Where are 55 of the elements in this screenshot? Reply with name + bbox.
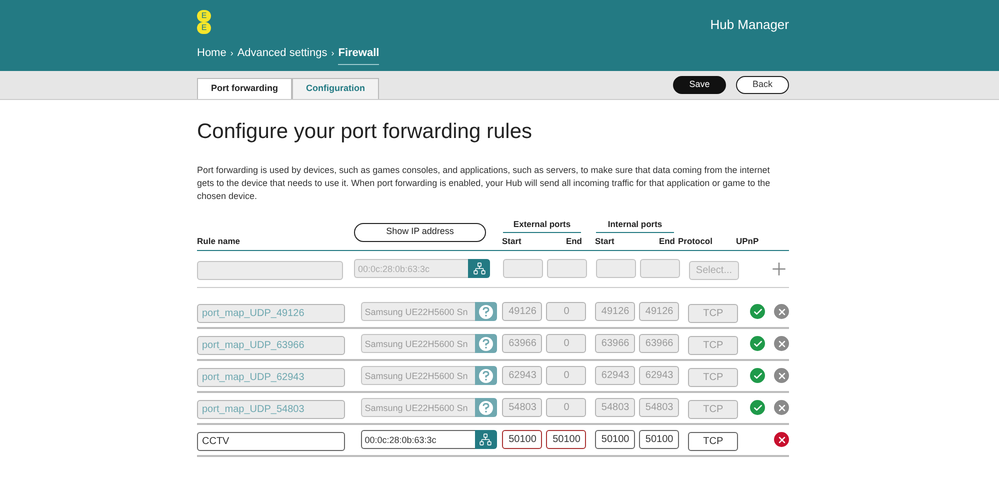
device-field[interactable]: 00:0c:28:0b:63:3c <box>354 259 468 278</box>
column-header: Start <box>502 234 522 248</box>
question-icon <box>478 368 493 382</box>
network-icon <box>472 262 486 275</box>
input-field[interactable]: 50100 <box>546 430 586 449</box>
remove-button[interactable] <box>774 400 789 415</box>
close-icon <box>776 370 786 380</box>
column-header: Start <box>595 234 614 248</box>
column-header: End <box>658 234 675 248</box>
page-heading: Configure your port forwarding rules <box>197 119 533 145</box>
back-button[interactable]: Back <box>736 76 789 94</box>
input-field[interactable]: 50100 <box>502 430 542 449</box>
remove-button[interactable] <box>774 368 789 383</box>
input-field[interactable]: 50100 <box>639 430 680 449</box>
input-field[interactable] <box>547 259 587 278</box>
remove-button[interactable] <box>774 336 789 351</box>
breadcrumb-link[interactable]: Advanced settings <box>237 45 328 62</box>
column-header: Rule name <box>197 234 241 248</box>
description: Port forwarding is used by devices, such as games consoles, and applications, such as servers, to make sure that data coming from the internet gets to the device that needs to use it. When port forwarding is enabled, your Hub will send all incoming traffic for that application or game to the chosen device. <box>197 164 772 202</box>
tab[interactable]: Port forwarding <box>197 78 292 99</box>
input-field[interactable]: 50100 <box>595 430 636 449</box>
input-field[interactable]: Select... <box>689 260 739 280</box>
network-icon <box>479 433 492 446</box>
close-icon <box>776 338 786 348</box>
remove-button[interactable] <box>774 304 789 319</box>
input-field[interactable]: CCTV <box>197 432 345 450</box>
column-header: End <box>566 234 582 248</box>
logo: E E <box>197 10 213 34</box>
network-button[interactable] <box>468 259 490 278</box>
remove-button[interactable] <box>774 432 789 447</box>
network-button[interactable] <box>474 430 497 449</box>
input-field[interactable] <box>596 259 636 278</box>
input-field[interactable] <box>640 259 680 278</box>
input-field[interactable] <box>197 260 343 280</box>
close-icon <box>776 402 786 412</box>
show-ip-button[interactable]: Show IP address <box>354 222 486 242</box>
question-icon <box>478 400 493 414</box>
breadcrumb-link[interactable]: Firewall <box>338 45 380 64</box>
close-icon <box>776 434 786 444</box>
column-header: UPnP <box>736 234 759 248</box>
tab[interactable]: Configuration <box>292 78 379 99</box>
question-icon <box>478 336 493 350</box>
column-group-header: External ports <box>503 218 581 233</box>
column-group-header: Internal ports <box>596 218 674 233</box>
close-icon <box>776 306 786 316</box>
input-field[interactable] <box>503 259 543 278</box>
breadcrumb-separator: › <box>230 46 234 60</box>
column-header: Protocol <box>678 234 714 248</box>
question-icon <box>478 304 493 318</box>
save-button[interactable]: Save <box>673 76 726 94</box>
breadcrumb-link[interactable]: Home <box>197 45 226 62</box>
input-field[interactable]: TCP <box>688 432 738 450</box>
breadcrumb-separator: › <box>331 46 334 60</box>
device-field[interactable]: 00:0c:28:0b:63:3c <box>360 430 475 449</box>
app-title: Hub Manager <box>710 16 789 34</box>
